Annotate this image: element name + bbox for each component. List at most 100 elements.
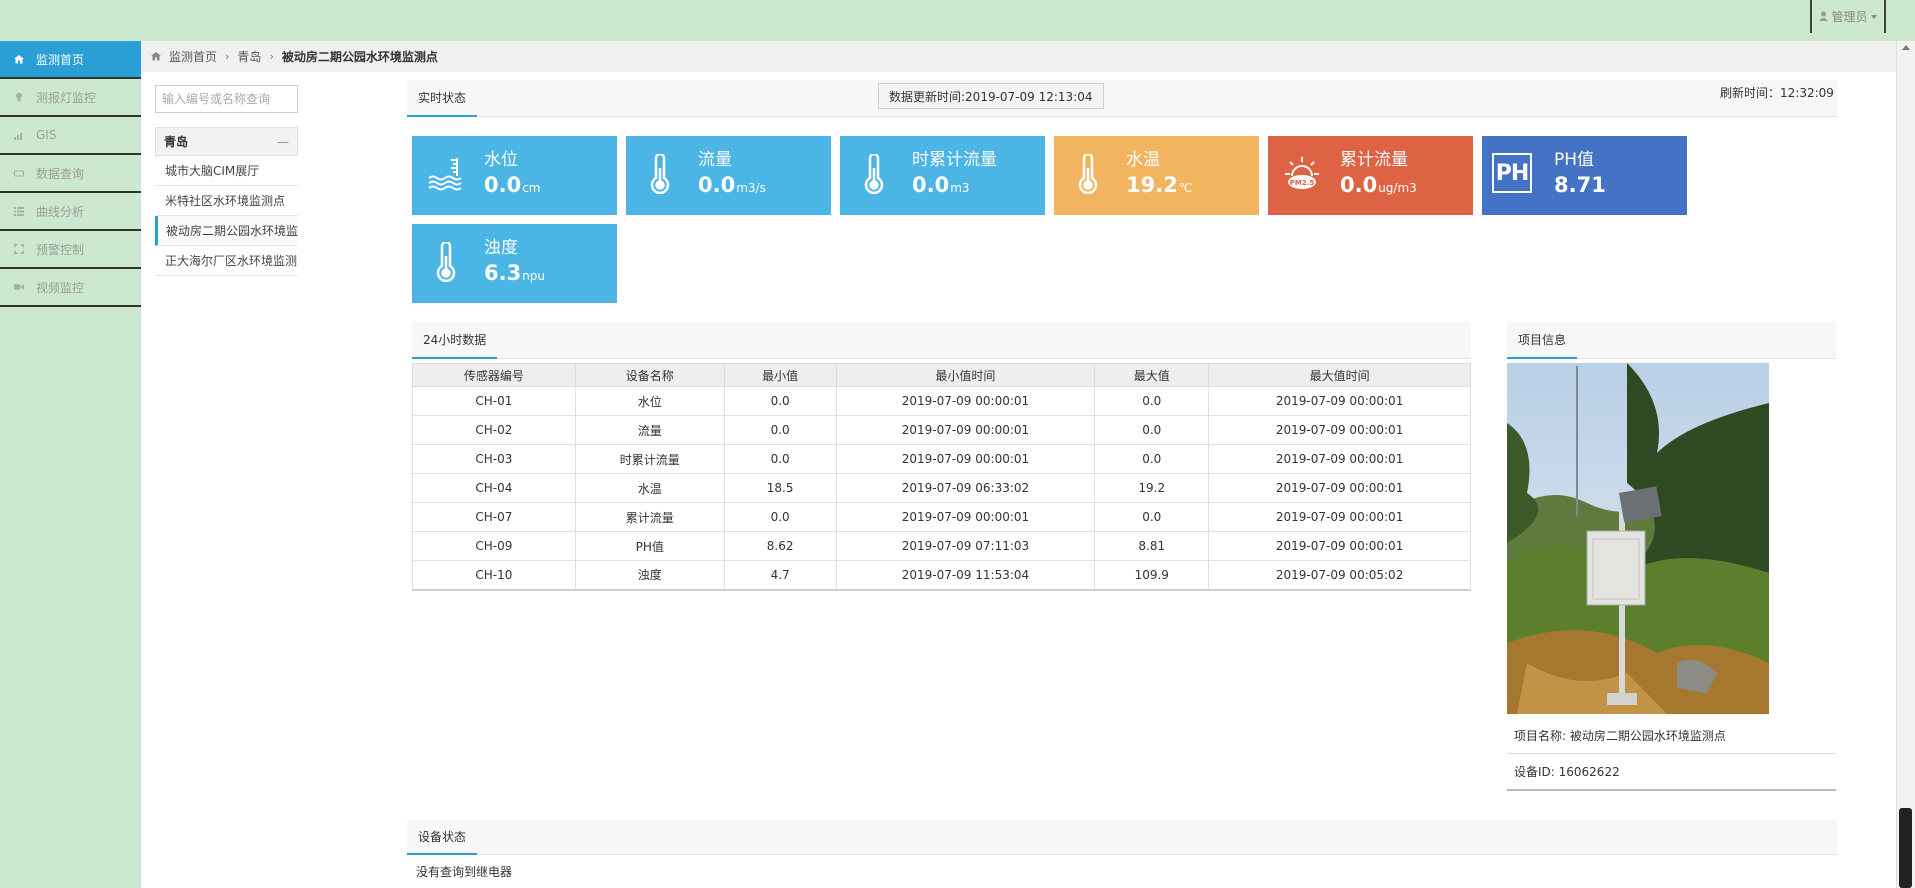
cell: 流量 <box>574 415 725 445</box>
breadcrumb-city[interactable]: 青岛 <box>237 48 261 65</box>
metric-title: 水温 <box>1126 150 1160 170</box>
metric-number: 0.0 <box>1340 173 1378 197</box>
cell: 浊度 <box>574 560 725 591</box>
device-status-panel-header: 设备状态 <box>407 820 1837 855</box>
tab-project-info[interactable]: 项目信息 <box>1507 322 1578 359</box>
project-panel-header: 项目信息 <box>1507 322 1836 359</box>
expand-icon <box>14 244 24 254</box>
scroll-up-arrow-icon[interactable] <box>1902 45 1910 50</box>
metric-title: 时累计流量 <box>912 150 997 170</box>
collapse-icon[interactable]: — <box>277 135 289 149</box>
breadcrumb-home[interactable]: 监测首页 <box>169 48 217 65</box>
metric-title: 累计流量 <box>1340 150 1408 170</box>
thermometer-icon <box>1068 152 1108 196</box>
column-header: 最大值时间 <box>1208 363 1471 387</box>
tree-item[interactable]: 正大海尔厂区水环境监测点 <box>155 246 298 276</box>
metric-number: 0.0 <box>912 173 950 197</box>
tab-24h-data[interactable]: 24小时数据 <box>412 322 498 359</box>
thermometer-icon <box>854 152 894 196</box>
metric-card-water-level: 水位 0.0cm <box>412 136 617 215</box>
cell: 109.9 <box>1094 560 1210 591</box>
metric-card-flow: 流量 0.0m3/s <box>626 136 831 215</box>
admin-label: 管理员 <box>1831 10 1868 24</box>
cell: 水温 <box>574 473 725 503</box>
tree-item[interactable]: 米特社区水环境监测点 <box>155 186 298 216</box>
pm25-sun-icon: PM2.5 <box>1282 152 1322 196</box>
metric-value: 8.71 <box>1554 173 1607 197</box>
metric-card-water-temp: 水温 19.2℃ <box>1054 136 1259 215</box>
cell: 2019-07-09 00:00:01 <box>1208 502 1471 532</box>
table-row: CH-07 累计流量 0.0 2019-07-09 00:00:01 0.0 2019-0… <box>412 502 1471 532</box>
tree-item[interactable]: 城市大脑CIM展厅 <box>155 156 298 186</box>
cell: 2019-07-09 00:00:01 <box>1208 531 1471 561</box>
column-header: 最小值时间 <box>835 363 1096 387</box>
project-name-line: 项目名称: 被动房二期公园水环境监测点 <box>1507 717 1836 754</box>
column-header: 最小值 <box>723 363 837 387</box>
metric-card-turbidity: 浊度 6.3npu <box>412 224 617 303</box>
metric-number: 0.0 <box>484 173 522 197</box>
metric-value: 19.2℃ <box>1126 173 1192 197</box>
metric-number: 0.0 <box>698 173 736 197</box>
search-input[interactable] <box>155 85 298 113</box>
thermometer-icon <box>426 240 466 284</box>
metric-card-hourly-flow: 时累计流量 0.0m3 <box>840 136 1045 215</box>
page-scrollbar[interactable] <box>1896 41 1915 888</box>
metric-title: 水位 <box>484 150 518 170</box>
home-icon <box>14 54 24 64</box>
sidebar-item-video-monitor[interactable]: 视频监控 <box>0 269 141 307</box>
table-row: CH-03 时累计流量 0.0 2019-07-09 00:00:01 0.0 2019-… <box>412 444 1471 474</box>
chevron-down-icon <box>1870 14 1877 19</box>
sidebar-item-gis[interactable]: GIS <box>0 117 141 155</box>
sidebar-item-home[interactable]: 监测首页 <box>0 41 141 79</box>
cell: 2019-07-09 00:00:01 <box>1208 444 1471 474</box>
metric-value: 6.3npu <box>484 261 545 285</box>
column-header: 设备名称 <box>574 363 725 387</box>
table-row: CH-10 浊度 4.7 2019-07-09 11:53:04 109.9 2019-0… <box>412 560 1471 591</box>
user-icon <box>1819 10 1829 24</box>
cell: 18.5 <box>723 473 837 503</box>
cell: 0.0 <box>723 502 837 532</box>
tab-device-status[interactable]: 设备状态 <box>407 820 478 855</box>
cell: CH-02 <box>412 415 576 445</box>
grid-icon <box>14 206 24 216</box>
cell: 2019-07-09 00:00:01 <box>835 415 1096 445</box>
metric-title: 浊度 <box>484 238 518 258</box>
sidebar-item-label: 监测首页 <box>36 52 85 67</box>
tab-realtime-status[interactable]: 实时状态 <box>407 80 478 117</box>
cell: 2019-07-09 00:00:01 <box>835 502 1096 532</box>
table-row: CH-09 PH值 8.62 2019-07-09 07:11:03 8.81 2019-… <box>412 531 1471 561</box>
data24h-panel-header: 24小时数据 <box>412 322 1471 359</box>
column-header: 传感器编号 <box>412 363 576 387</box>
water-level-icon <box>426 152 466 196</box>
metric-card-cumulative-flow: PM2.5 累计流量 0.0ug/m3 <box>1268 136 1473 215</box>
sidebar-item-alarm-control[interactable]: 预警控制 <box>0 231 141 269</box>
table-header-row: 传感器编号 设备名称 最小值 最小值时间 最大值 最大值时间 <box>412 363 1471 387</box>
scrollbar-thumb[interactable] <box>1899 808 1912 888</box>
cell: 0.0 <box>723 415 837 445</box>
sidebar: 监测首页 测报灯监控 GIS 数据查询 曲线分析 预警控制 视频监控 <box>0 41 141 888</box>
table-row: CH-02 流量 0.0 2019-07-09 00:00:01 0.0 2019-07-… <box>412 415 1471 445</box>
metric-title: 流量 <box>698 150 732 170</box>
home-icon <box>151 50 161 64</box>
column-header: 最大值 <box>1094 363 1210 387</box>
top-bar: 管理员 <box>0 0 1915 41</box>
cell: 2019-07-09 11:53:04 <box>835 560 1096 591</box>
cell: CH-10 <box>412 560 576 591</box>
metric-unit: ℃ <box>1178 181 1193 195</box>
station-tree: 青岛 — 城市大脑CIM展厅 米特社区水环境监测点 被动房二期公园水环境监测点 … <box>155 127 298 276</box>
tree-item-selected[interactable]: 被动房二期公园水环境监测点 <box>155 216 298 246</box>
video-icon <box>14 282 24 292</box>
update-time-label: 数据更新时间:2019-07-09 12:13:04 <box>878 83 1104 109</box>
cell: 2019-07-09 07:11:03 <box>835 531 1096 561</box>
sidebar-item-curve-analysis[interactable]: 曲线分析 <box>0 193 141 231</box>
admin-menu[interactable]: 管理员 <box>1810 0 1886 33</box>
tree-group-header[interactable]: 青岛 — <box>155 127 298 156</box>
sidebar-item-data-query[interactable]: 数据查询 <box>0 155 141 193</box>
table-row: CH-04 水温 18.5 2019-07-09 06:33:02 19.2 2019-0… <box>412 473 1471 503</box>
sidebar-item-lamp-monitor[interactable]: 测报灯监控 <box>0 79 141 117</box>
breadcrumb: 监测首页 › 青岛 › 被动房二期公园水环境监测点 <box>141 41 1896 72</box>
table-row: CH-01 水位 0.0 2019-07-09 00:00:01 0.0 2019-07-… <box>412 386 1471 416</box>
refresh-time: 刷新时间：12:32:09 <box>1720 86 1834 100</box>
cell: CH-04 <box>412 473 576 503</box>
cell: 8.62 <box>723 531 837 561</box>
